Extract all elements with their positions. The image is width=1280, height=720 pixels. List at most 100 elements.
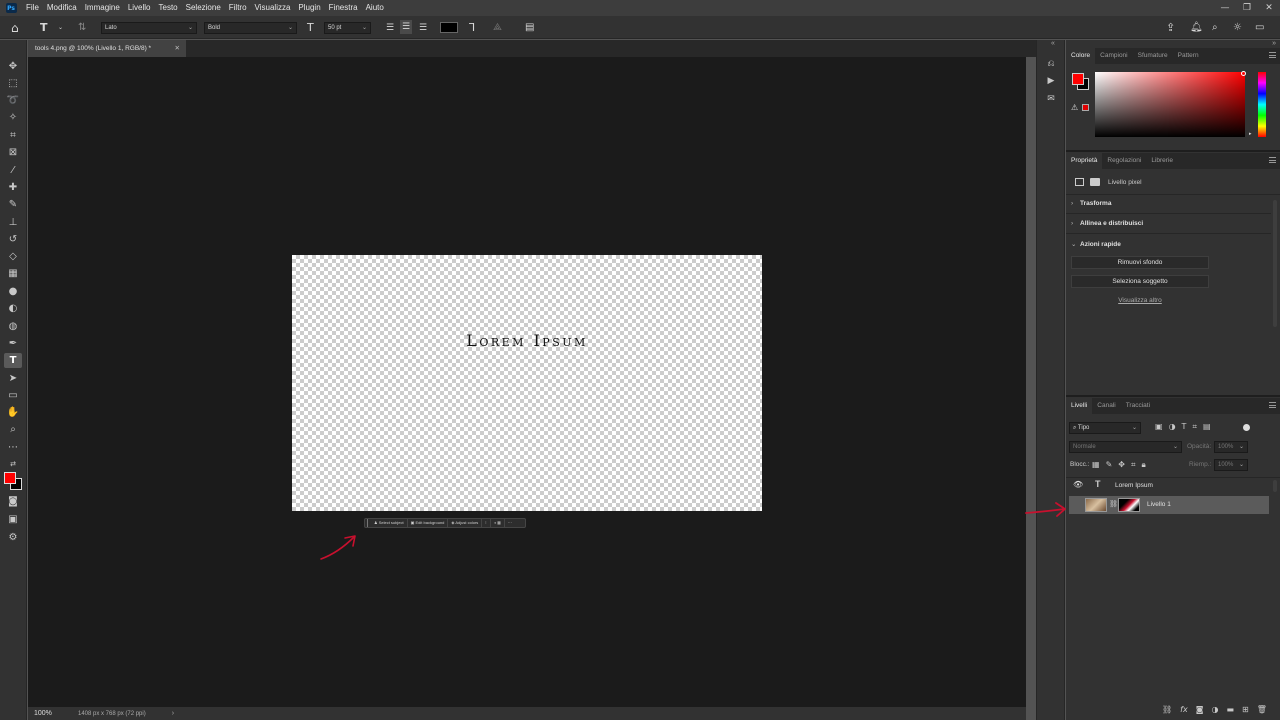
edit-background-button[interactable]: ▣ Edit background (408, 519, 449, 527)
align-right-icon[interactable]: ☰ (419, 16, 427, 39)
text-color-swatch[interactable] (440, 22, 458, 33)
chevron-right-icon[interactable]: › (172, 710, 174, 717)
dodge-tool-icon[interactable]: ◐ (4, 301, 22, 316)
opacity-field[interactable]: 100% ⌄ (1214, 441, 1248, 453)
foreground-color-swatch[interactable] (4, 472, 16, 484)
layers-scrollbar[interactable] (1273, 480, 1277, 492)
magic-wand-icon[interactable]: ✧ (4, 110, 22, 125)
close-icon[interactable]: ✕ (1258, 0, 1280, 16)
minimize-icon[interactable]: — (1214, 0, 1236, 16)
panel-menu-icon[interactable] (1269, 402, 1276, 408)
align-left-icon[interactable]: ☰ (386, 16, 394, 39)
bulb-icon[interactable]: ☼ (1233, 16, 1242, 39)
type-tool-preset-icon[interactable]: T (40, 16, 48, 39)
panel-menu-icon[interactable] (1269, 157, 1276, 163)
menu-livello[interactable]: Livello (124, 0, 155, 16)
home-icon[interactable]: ⌂ (11, 16, 19, 39)
eye-icon[interactable]: 👁︎ (1073, 480, 1083, 489)
more-tools-icon[interactable]: ⋯ (4, 440, 22, 455)
adjust-colors-button[interactable]: ◈ Adjust colors (448, 519, 483, 527)
bell-icon[interactable]: 🔔︎ (1190, 16, 1203, 39)
layer-name[interactable]: Livello 1 (1147, 501, 1171, 508)
menu-immagine[interactable]: Immagine (81, 0, 124, 16)
adjustment-icon[interactable]: ◑ (1211, 705, 1218, 714)
color-picker-field[interactable] (1095, 72, 1245, 137)
mask-thumbnail[interactable] (1118, 498, 1140, 512)
layer-row-selected[interactable]: ⛓ Livello 1 (1069, 496, 1269, 514)
actions-panel-icon[interactable]: ▶ (1044, 74, 1058, 88)
lock-position-icon[interactable]: ✥ (1118, 460, 1125, 470)
move-tool-icon[interactable]: ✥ (4, 59, 22, 74)
menu-selezione[interactable]: Selezione (182, 0, 225, 16)
tab-livelli[interactable]: Livelli (1066, 398, 1093, 414)
chevron-down-icon[interactable]: ⌄ (58, 16, 63, 39)
pen-tool-icon[interactable]: ✒ (4, 336, 22, 351)
tab-colore[interactable]: Colore (1066, 48, 1096, 64)
menu-finestra[interactable]: Finestra (325, 0, 362, 16)
3d-text-icon[interactable]: ⟁ (493, 16, 502, 39)
close-icon[interactable]: ✕ (175, 40, 180, 57)
align-center-icon[interactable]: ☰ (400, 20, 413, 34)
hand-tool-icon[interactable]: ✋ (4, 405, 22, 420)
filter-smart-icon[interactable]: ▤ (1203, 422, 1211, 432)
remove-background-button[interactable]: Rimuovi sfondo (1071, 256, 1209, 269)
canvas-workspace[interactable]: Lorem Ipsum ♟ Select subject ▣ Edit back… (28, 57, 1026, 707)
tab-canali[interactable]: Canali (1092, 398, 1120, 414)
frame-tool-icon[interactable]: ⊠ (4, 145, 22, 160)
group-icon[interactable]: ▬ (1226, 705, 1234, 714)
lock-transparency-icon[interactable]: ▦ (1092, 460, 1100, 470)
screen-mode-icon[interactable]: ▣ (4, 512, 22, 527)
gamut-color-swatch[interactable] (1082, 104, 1089, 111)
type-tool-icon[interactable]: T (4, 353, 22, 368)
history-panel-icon[interactable]: ⎌ (1044, 57, 1058, 71)
crop-tool-icon[interactable]: ⌗ (4, 128, 22, 143)
filter-toggle[interactable] (1243, 424, 1250, 431)
history-brush-icon[interactable]: ↺ (4, 232, 22, 247)
warp-text-icon[interactable]: Ꞁ (469, 16, 475, 39)
font-family-select[interactable]: Lato ⌄ (101, 22, 197, 34)
restore-icon[interactable]: ❐ (1236, 0, 1258, 16)
font-style-select[interactable]: Bold ⌄ (204, 22, 297, 34)
menu-plugin[interactable]: Plugin (294, 0, 324, 16)
sponge-tool-icon[interactable]: ◍ (4, 319, 22, 334)
healing-brush-icon[interactable]: ✚ (4, 180, 22, 195)
lock-artboard-icon[interactable]: ⌗ (1131, 460, 1136, 470)
workspace-icon[interactable]: ▭ (1255, 16, 1264, 39)
menu-file[interactable]: File (22, 0, 43, 16)
menu-aiuto[interactable]: Aiuto (362, 0, 388, 16)
menu-visualizza[interactable]: Visualizza (251, 0, 295, 16)
fx-icon[interactable]: fx (1180, 705, 1188, 714)
gradient-tool-icon[interactable]: ▦ (4, 266, 22, 281)
filter-text-icon[interactable]: T (1182, 422, 1187, 432)
comments-panel-icon[interactable]: ✉ (1044, 92, 1058, 106)
tab-proprieta[interactable]: Proprietà (1066, 153, 1103, 169)
rectangle-tool-icon[interactable]: ▭ (4, 388, 22, 403)
menu-testo[interactable]: Testo (155, 0, 182, 16)
new-layer-icon[interactable]: ⊞ (1242, 705, 1249, 714)
layer-filter-select[interactable]: ⌕ Tipo ⌄ (1069, 422, 1141, 434)
swap-colors-icon[interactable]: ⇄ (4, 456, 22, 471)
path-selection-icon[interactable]: ➤ (4, 371, 22, 386)
tab-librerie[interactable]: Librerie (1146, 153, 1178, 169)
tab-regolazioni[interactable]: Regolazioni (1102, 153, 1146, 169)
properties-scrollbar[interactable] (1273, 200, 1277, 327)
foreground-color-swatch[interactable] (1072, 73, 1084, 85)
menu-modifica[interactable]: Modifica (43, 0, 81, 16)
stamp-tool-icon[interactable]: ⊥ (4, 215, 22, 230)
hue-slider[interactable] (1258, 72, 1266, 137)
quick-mask-icon[interactable]: ◙ (4, 494, 22, 509)
blend-mode-select[interactable]: Normale ⌄ (1069, 441, 1182, 453)
layer-name[interactable]: Lorem Ipsum (1115, 482, 1153, 489)
sliders-icon[interactable]: ⁝ (482, 519, 491, 527)
trash-icon[interactable]: 🗑︎ (1257, 705, 1267, 714)
lasso-tool-icon[interactable]: ➰ (4, 93, 22, 108)
mask-icon[interactable]: ◙ (1196, 705, 1204, 714)
menu-filtro[interactable]: Filtro (225, 0, 251, 16)
tab-campioni[interactable]: Campioni (1095, 48, 1132, 64)
section-trasforma[interactable]: › Trasforma (1071, 200, 1111, 207)
canvas-text-layer[interactable]: Lorem Ipsum (292, 331, 762, 350)
eraser-tool-icon[interactable]: ◇ (4, 249, 22, 264)
eyedropper-icon[interactable]: ⁄ (4, 163, 22, 178)
fill-field[interactable]: 100% ⌄ (1214, 459, 1248, 471)
view-more-link[interactable]: Visualizza altro (1071, 297, 1209, 304)
